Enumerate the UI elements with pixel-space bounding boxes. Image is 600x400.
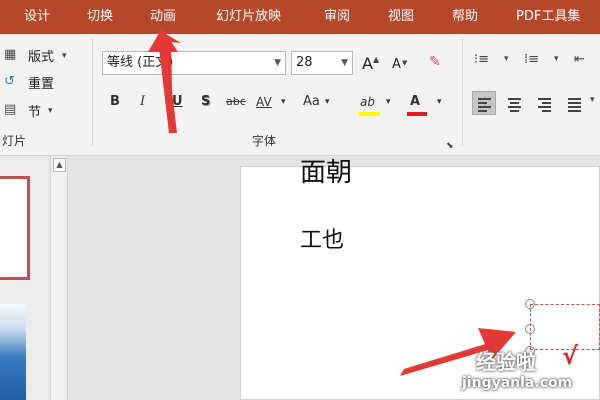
caret-up-icon: ▲ xyxy=(373,55,380,64)
watermark-url: jingyanla.com xyxy=(462,375,573,391)
caret-down-icon: ▼ xyxy=(402,59,408,67)
chevron-down-icon[interactable]: ▾ xyxy=(62,48,67,64)
group-divider xyxy=(462,38,463,146)
align-right-button[interactable] xyxy=(532,91,556,115)
numbering-icon[interactable]: ⁞≡ xyxy=(524,52,539,67)
bold-button[interactable]: B xyxy=(110,92,120,112)
text-shadow-button[interactable]: S xyxy=(201,92,210,112)
justify-icon xyxy=(568,98,581,114)
slide-canvas[interactable] xyxy=(240,166,600,400)
highlight-color-swatch xyxy=(358,112,380,116)
tab-pdf-tools[interactable]: PDF工具集 xyxy=(516,0,580,34)
section-button[interactable]: 节 xyxy=(28,101,41,120)
ribbon-tab-bar: 设计 切换 动画 幻灯片放映 审阅 视图 帮助 PDF工具集 xyxy=(0,0,600,34)
chevron-down-icon[interactable]: ▾ xyxy=(48,103,53,119)
align-left-icon xyxy=(478,98,491,114)
font-size-value: 28 xyxy=(296,55,313,70)
reset-button[interactable]: 重置 xyxy=(28,73,54,92)
chevron-down-icon[interactable]: ▾ xyxy=(325,92,330,112)
highlight-color-button[interactable]: ab xyxy=(360,92,375,112)
group-divider xyxy=(92,38,93,146)
clear-formatting-icon[interactable]: ✎ xyxy=(429,54,441,70)
chevron-down-icon[interactable]: ▾ xyxy=(554,54,559,64)
slide-thumbnail-pane xyxy=(0,156,48,400)
italic-button[interactable]: I xyxy=(140,92,145,112)
slide-text-line-1[interactable]: 面朝 xyxy=(300,152,352,189)
section-icon: ▤ xyxy=(4,102,17,117)
justify-button[interactable] xyxy=(562,91,586,115)
bullets-icon[interactable]: ⁝≡ xyxy=(474,52,489,67)
slides-group-label: 灯片 xyxy=(2,134,27,148)
reset-icon: ↺ xyxy=(4,74,15,89)
dialog-launcher-icon[interactable]: ⬊ xyxy=(446,138,454,154)
tab-slideshow[interactable]: 幻灯片放映 xyxy=(216,0,281,34)
tab-view[interactable]: 视图 xyxy=(388,0,414,34)
chevron-down-icon[interactable]: ▾ xyxy=(281,92,286,112)
align-center-icon xyxy=(508,98,521,114)
font-color-swatch xyxy=(407,112,427,116)
slide-thumbnail-selected[interactable] xyxy=(0,176,30,280)
decrease-indent-icon[interactable]: ⇤ xyxy=(574,52,585,67)
chevron-down-icon[interactable]: ▾ xyxy=(590,95,595,105)
thumbnail-scrollbar[interactable]: ▲ xyxy=(50,156,68,400)
font-color-button[interactable]: A xyxy=(410,92,420,112)
font-name-value: 等线 (正文) xyxy=(107,55,174,70)
strikethrough-button[interactable]: abc xyxy=(226,92,246,112)
layout-icon: ▦ xyxy=(4,47,17,62)
chevron-down-icon[interactable]: ▼ xyxy=(341,52,348,74)
chevron-down-icon[interactable]: ▾ xyxy=(386,92,391,112)
slide-text-line-2[interactable]: 工也 xyxy=(300,222,344,254)
align-left-button[interactable] xyxy=(472,91,496,115)
ribbon: ▦ 版式 ▾ ↺ 重置 ▤ 节 ▾ 灯片 等线 (正文) ▼ 28 ▼ A ▲ … xyxy=(0,34,600,156)
layout-button[interactable]: 版式 xyxy=(28,46,54,65)
tab-design[interactable]: 设计 xyxy=(24,0,50,34)
character-spacing-button[interactable]: AV xyxy=(256,92,272,112)
font-group-label: 字体 xyxy=(252,134,277,148)
font-name-combo[interactable]: 等线 (正文) ▼ xyxy=(102,51,286,75)
scroll-up-arrow-icon[interactable]: ▲ xyxy=(53,158,66,172)
tab-transitions[interactable]: 切换 xyxy=(87,0,113,34)
chevron-down-icon[interactable]: ▾ xyxy=(437,92,442,112)
tab-animations[interactable]: 动画 xyxy=(150,0,176,34)
decrease-font-size-button[interactable]: A xyxy=(392,57,401,72)
font-size-combo[interactable]: 28 ▼ xyxy=(291,51,353,75)
chevron-down-icon[interactable]: ▼ xyxy=(274,52,281,74)
underline-button[interactable]: U xyxy=(172,92,183,112)
watermark-check: √ xyxy=(562,342,579,370)
tab-review[interactable]: 审阅 xyxy=(324,0,350,34)
chevron-down-icon[interactable]: ▾ xyxy=(504,54,509,64)
slide-thumbnail[interactable] xyxy=(0,304,26,400)
align-center-button[interactable] xyxy=(502,91,526,115)
increase-font-size-button[interactable]: A xyxy=(362,54,373,73)
tab-help[interactable]: 帮助 xyxy=(452,0,478,34)
align-right-icon xyxy=(538,98,551,114)
watermark-text: 经验啦 xyxy=(476,350,536,374)
change-case-button[interactable]: Aa xyxy=(303,92,320,112)
